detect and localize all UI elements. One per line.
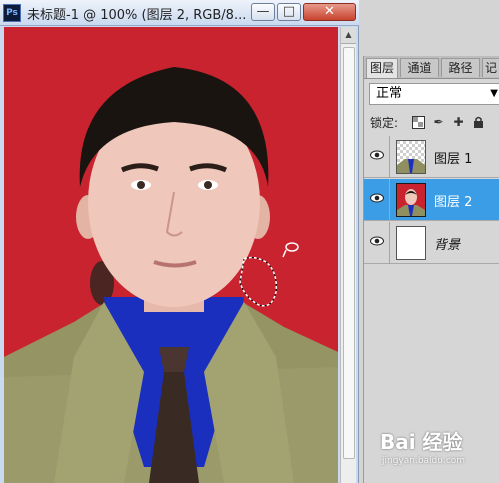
layer-name[interactable]: 背景: [434, 234, 460, 253]
scroll-up-icon[interactable]: ▲: [341, 27, 356, 44]
layers-panel: 图层 通道 路径 记 正常 ▼ 锁定: ✒ ✚ 图层 1 图层 2 背景: [363, 56, 499, 483]
baidu-watermark: Bai 经验 jingyan.baidu.com: [380, 426, 495, 476]
layer-name[interactable]: 图层 2: [434, 191, 472, 210]
document-window: Ps 未标题-1 @ 100% (图层 2, RGB/8... — □ ✕ ▲: [0, 0, 359, 483]
lock-label: 锁定:: [370, 116, 399, 130]
vertical-scrollbar[interactable]: ▲: [340, 27, 356, 483]
tab-history[interactable]: 记: [482, 58, 499, 77]
divider: [389, 222, 390, 264]
document-titlebar[interactable]: Ps 未标题-1 @ 100% (图层 2, RGB/8... — □ ✕: [0, 0, 359, 26]
layer-row-2[interactable]: 图层 2: [364, 179, 499, 221]
close-button[interactable]: ✕: [303, 3, 356, 21]
scroll-thumb[interactable]: [343, 47, 355, 459]
layer-row-1[interactable]: 图层 1: [364, 136, 499, 178]
chevron-down-icon: ▼: [490, 88, 498, 99]
layer-name[interactable]: 图层 1: [434, 148, 472, 167]
eye-icon[interactable]: [370, 193, 384, 203]
close-icon: ✕: [324, 4, 335, 19]
tab-paths[interactable]: 路径: [441, 58, 480, 77]
lock-paint-icon[interactable]: ✒: [432, 116, 445, 129]
image-canvas[interactable]: [4, 27, 338, 483]
blend-mode-value: 正常: [376, 86, 403, 101]
eye-icon[interactable]: [370, 150, 384, 160]
portrait-image: [4, 27, 338, 483]
layer-thumbnail: [396, 226, 426, 260]
tab-layers[interactable]: 图层: [366, 58, 398, 78]
panel-tabs: 图层 通道 路径 记: [364, 56, 499, 79]
restore-button[interactable]: □: [277, 3, 301, 21]
minimize-button[interactable]: —: [251, 3, 275, 21]
tab-channels[interactable]: 通道: [400, 58, 439, 77]
layer-thumbnail: [396, 140, 426, 174]
lock-all-icon[interactable]: [472, 116, 485, 129]
layer-row-background[interactable]: 背景: [364, 222, 499, 264]
divider: [389, 179, 390, 221]
restore-icon: □: [282, 4, 296, 19]
minimize-icon: —: [256, 4, 270, 19]
eye-icon[interactable]: [370, 236, 384, 246]
divider: [389, 136, 390, 178]
lock-transparency-icon[interactable]: [412, 116, 425, 129]
watermark-brand: Bai 经验: [380, 430, 463, 454]
layer-thumbnail: [396, 183, 426, 217]
watermark-url: jingyan.baidu.com: [382, 456, 466, 466]
blend-mode-select[interactable]: 正常 ▼: [369, 83, 499, 105]
photoshop-app-icon: Ps: [3, 4, 21, 22]
document-title: 未标题-1 @ 100% (图层 2, RGB/8...: [27, 8, 247, 23]
lock-position-icon[interactable]: ✚: [452, 116, 465, 129]
